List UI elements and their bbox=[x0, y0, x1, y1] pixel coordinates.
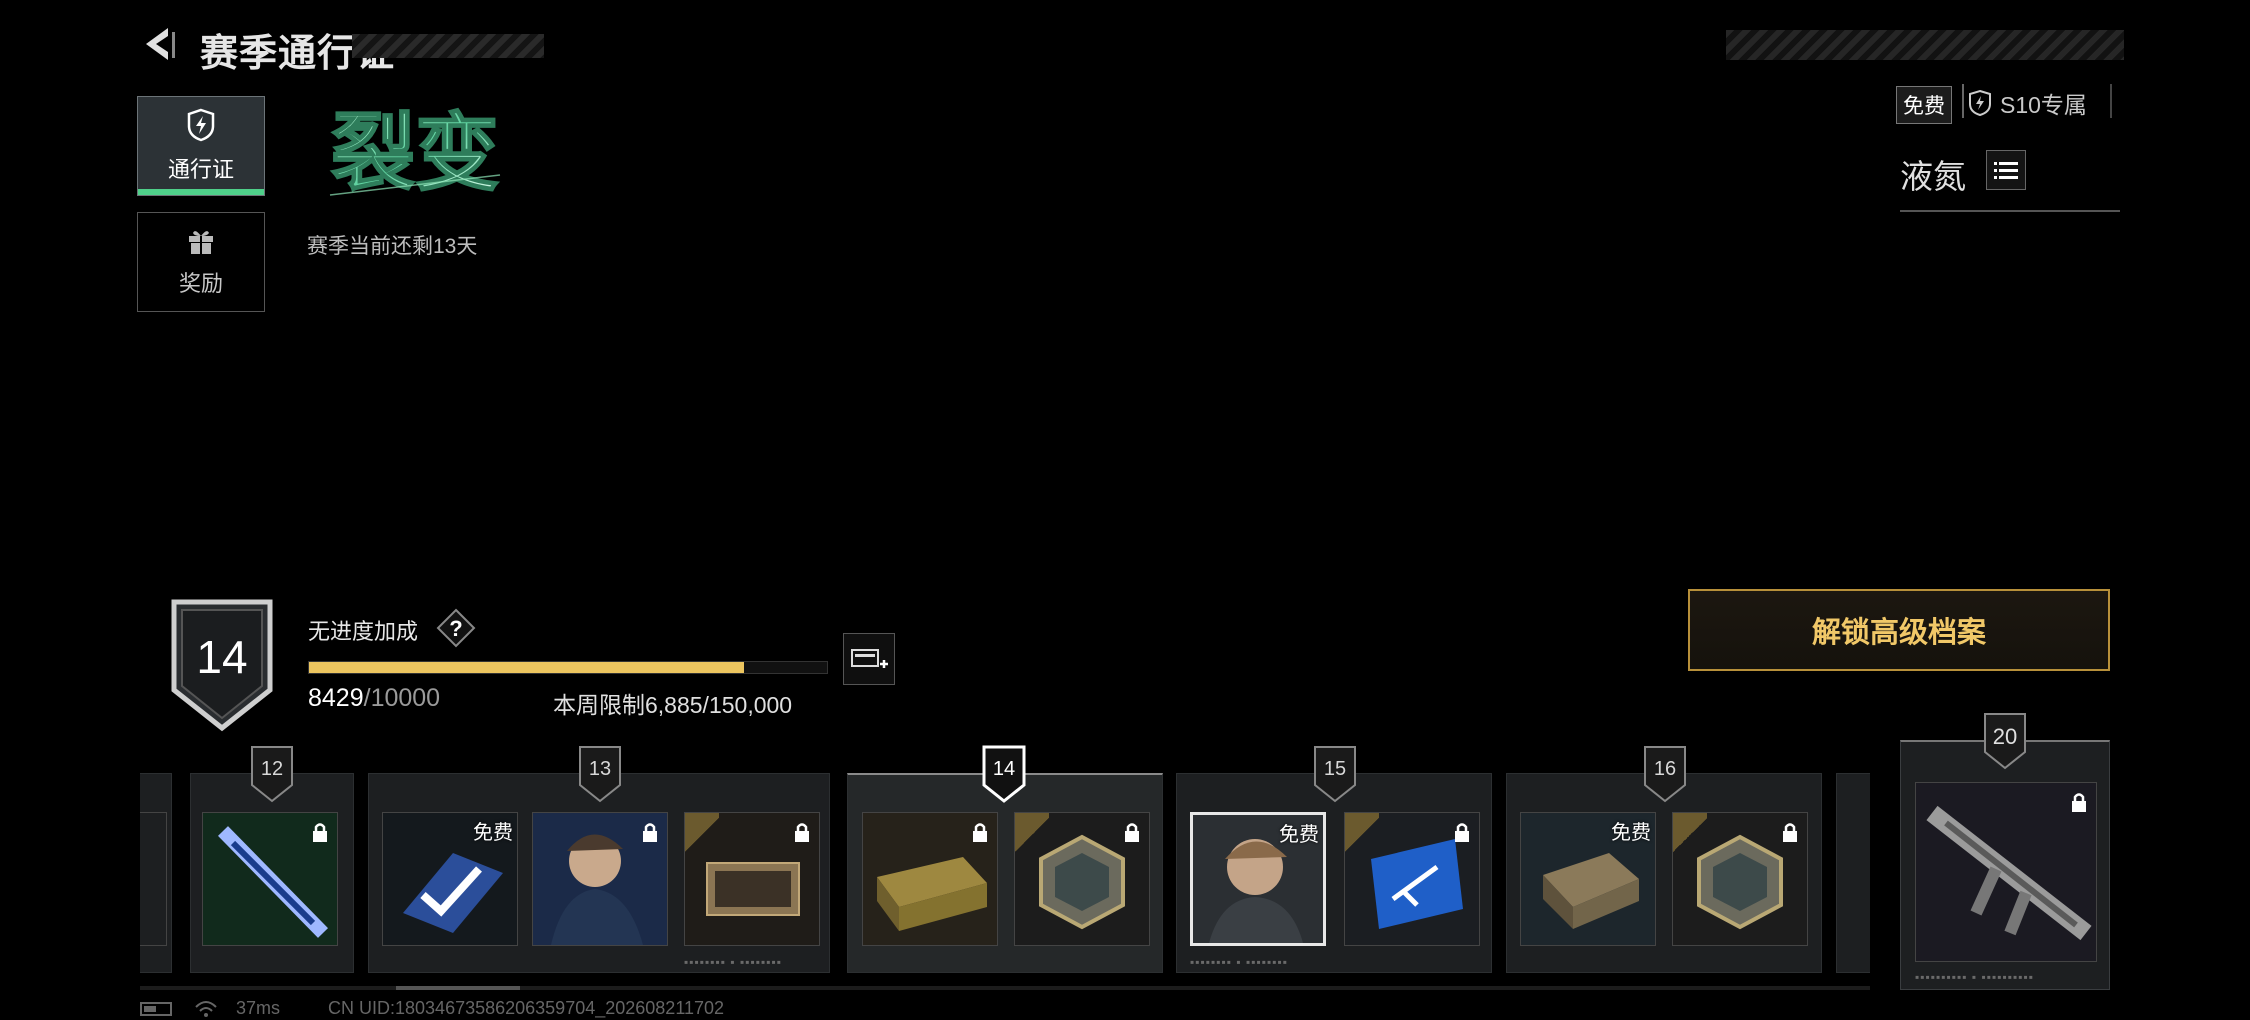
ln2-label: 液氮 bbox=[1900, 158, 1966, 195]
lock-icon bbox=[1783, 823, 1797, 842]
reward-group-partial bbox=[1836, 773, 1870, 973]
tier-number: 12 bbox=[260, 758, 284, 780]
reward-card-shotgun-skin[interactable] bbox=[202, 812, 338, 946]
tag-divider bbox=[2110, 84, 2112, 118]
pass-shield-icon bbox=[187, 108, 215, 142]
battery-icon bbox=[140, 1001, 172, 1016]
tier-number: 20 bbox=[1992, 724, 2018, 749]
header-stripes-decoration bbox=[1726, 30, 2124, 60]
reward-card-checkmark[interactable]: 免费 bbox=[382, 812, 518, 946]
lock-icon bbox=[1455, 823, 1469, 842]
list-button[interactable] bbox=[1986, 150, 2026, 190]
reward-card-operator-face[interactable]: 免费 bbox=[1190, 812, 1326, 946]
tier-number: 15 bbox=[1323, 758, 1347, 780]
dots-decoration: ▪▪▪▪▪▪▪▪ ▪ ▪▪▪▪▪▪▪▪ bbox=[1190, 955, 1288, 969]
tier-number: 13 bbox=[588, 758, 612, 780]
xp-card-button[interactable] bbox=[843, 633, 895, 685]
reward-card[interactable] bbox=[140, 812, 167, 946]
level-number: 14 bbox=[196, 631, 248, 683]
tag-divider bbox=[1962, 84, 1964, 118]
tab-rewards-label: 奖励 bbox=[178, 271, 223, 296]
lock-icon bbox=[795, 823, 809, 842]
lock-icon bbox=[313, 823, 327, 842]
lock-icon bbox=[643, 823, 657, 842]
reward-card-hex-emblem[interactable] bbox=[1672, 812, 1808, 946]
back-arrow-icon[interactable] bbox=[138, 24, 178, 64]
progress-bonus-label: 无进度加成 bbox=[308, 619, 419, 644]
ln2-underline bbox=[1900, 210, 2120, 212]
free-label: 免费 bbox=[473, 822, 513, 844]
lock-icon bbox=[2072, 793, 2086, 812]
reward-group-partial bbox=[140, 773, 172, 973]
gift-icon bbox=[189, 231, 213, 254]
reward-card-gear-case[interactable]: 免费 bbox=[1520, 812, 1656, 946]
ping-readout: 37ms bbox=[236, 998, 281, 1018]
reward-card-weapon-sticker[interactable] bbox=[1344, 812, 1480, 946]
lock-icon bbox=[1125, 823, 1139, 842]
xp-progress-fill bbox=[309, 662, 744, 673]
reward-card-rifle-skin[interactable] bbox=[1915, 782, 2097, 962]
final-reward-group-20: ▪▪▪▪▪▪▪▪▪▪ ▪ ▪▪▪▪▪▪▪▪▪▪ bbox=[1900, 740, 2110, 990]
season-logo: 裂变 bbox=[329, 103, 501, 203]
free-label: 免费 bbox=[1279, 824, 1319, 846]
list-icon bbox=[1994, 162, 2018, 179]
status-bar: 37ms CN UID:1803467358620635970​4_202608… bbox=[140, 998, 724, 1019]
free-tag: 免费 bbox=[1896, 86, 1952, 124]
unlock-premium-button[interactable]: 解锁高级档案 bbox=[1688, 589, 2110, 671]
reward-card-operator-portrait[interactable] bbox=[532, 812, 668, 946]
premium-corner-icon bbox=[685, 813, 719, 857]
rifle-skin-icon bbox=[1916, 783, 2096, 961]
dots-decoration: ▪▪▪▪▪▪▪▪▪▪ ▪ ▪▪▪▪▪▪▪▪▪▪ bbox=[1915, 970, 2034, 984]
reward-card-supply-crate[interactable] bbox=[862, 812, 998, 946]
svg-text:?: ? bbox=[449, 616, 462, 641]
lock-icon bbox=[973, 823, 987, 842]
rewards-scrollbar-thumb[interactable] bbox=[396, 986, 520, 990]
premium-corner-icon bbox=[1673, 813, 1707, 857]
svg-text:裂变: 裂变 bbox=[331, 104, 499, 202]
season-days-left: 赛季当前还剩13天 bbox=[307, 235, 478, 258]
dots-decoration: ▪▪▪▪▪▪▪▪ ▪ ▪▪▪▪▪▪▪▪ bbox=[684, 955, 782, 969]
free-label: 免费 bbox=[1611, 822, 1651, 844]
wifi-icon bbox=[195, 1000, 217, 1017]
reward-card-weapon-case[interactable] bbox=[684, 812, 820, 946]
tab-pass-label: 通行证 bbox=[167, 157, 234, 182]
rewards-track[interactable]: 12 13 免费 ▪▪▪▪▪▪▪▪ ▪ ▪▪▪▪▪▪▪▪ 14 15 免费 ▪▪… bbox=[140, 700, 1870, 990]
s10-exclusive-label: S10专属 bbox=[2000, 92, 2087, 118]
tier-number: 16 bbox=[1653, 758, 1677, 780]
tab-rewards[interactable]: 奖励 bbox=[137, 212, 265, 312]
reward-card-hex-emblem[interactable] bbox=[1014, 812, 1150, 946]
pass-shield-icon bbox=[1969, 89, 1991, 117]
s10-exclusive-tag: S10专属 bbox=[1968, 86, 2087, 120]
help-icon[interactable]: ? bbox=[436, 608, 476, 648]
title-stripes-decoration bbox=[352, 34, 544, 58]
premium-corner-icon bbox=[1015, 813, 1049, 857]
tab-pass[interactable]: 通行证 bbox=[137, 96, 265, 196]
user-uid: CN UID:1803467358620635970​4_20260821170… bbox=[328, 998, 725, 1018]
tier-number: 14 bbox=[992, 758, 1016, 780]
premium-corner-icon bbox=[1345, 813, 1379, 857]
xp-card-add-icon bbox=[851, 649, 888, 668]
